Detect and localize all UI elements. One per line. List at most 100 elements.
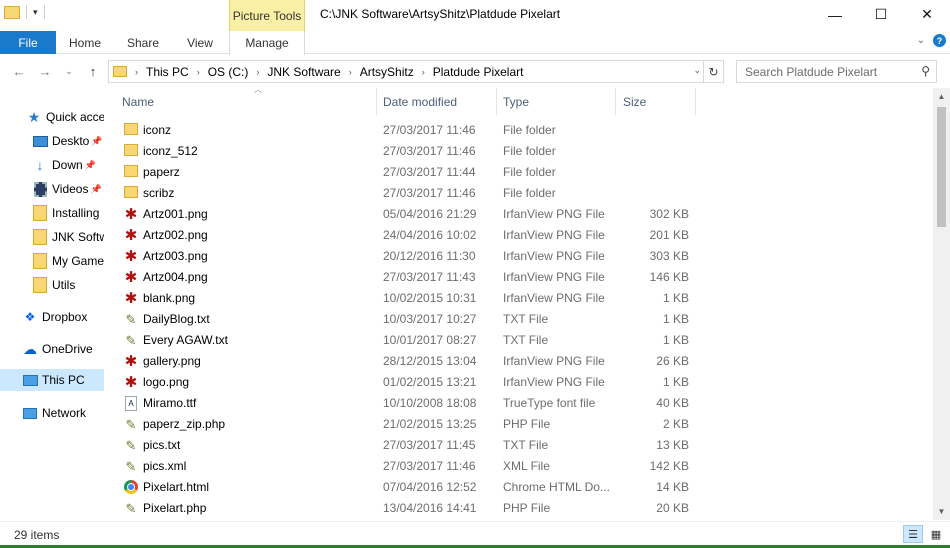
- address-bar[interactable]: › This PC › OS (C:) › JNK Software › Art…: [108, 60, 724, 83]
- table-row[interactable]: ✱ Artz002.png 24/04/2016 10:02 IrfanView PN…: [104, 225, 933, 246]
- sidebar-item-videos[interactable]: Videos 📌: [0, 178, 104, 200]
- sidebar-item-desktop[interactable]: Deskto 📌: [0, 130, 104, 152]
- file-name: logo.png: [143, 375, 190, 389]
- table-row[interactable]: paperz 27/03/2017 11:44 File folder: [104, 162, 933, 183]
- file-name: pics.txt: [143, 438, 181, 452]
- sidebar-item-downloads[interactable]: ↓ Down 📌: [0, 154, 104, 176]
- details-view-icon[interactable]: ☰: [903, 525, 923, 543]
- scroll-down-icon[interactable]: ▼: [933, 503, 950, 520]
- table-row[interactable]: ✎ pics.txt 27/03/2017 11:45 TXT File 13 KB: [104, 435, 933, 456]
- sidebar-item-utils[interactable]: Utils: [0, 274, 104, 296]
- table-row[interactable]: ✱ Artz003.png 20/12/2016 11:30 IrfanView PN…: [104, 246, 933, 267]
- table-row[interactable]: ✱ gallery.png 28/12/2015 13:04 IrfanView PN…: [104, 351, 933, 372]
- file-date-modified: 13/04/2016 14:41: [383, 501, 477, 515]
- sidebar-item-installing[interactable]: Installing: [0, 202, 104, 224]
- folder-icon: [113, 66, 127, 77]
- irfanview-png-icon: ✱: [124, 227, 138, 244]
- sidebar-item-this-pc[interactable]: This PC: [0, 369, 104, 391]
- search-input[interactable]: Search Platdude Pixelart ⚲: [736, 60, 937, 83]
- tab-manage[interactable]: Manage: [229, 31, 305, 55]
- table-row[interactable]: ✱ Artz004.png 27/03/2017 11:43 IrfanView PN…: [104, 267, 933, 288]
- chevron-right-icon[interactable]: ›: [422, 67, 425, 77]
- column-header-date[interactable]: Date modified: [378, 88, 497, 115]
- chevron-right-icon[interactable]: ›: [349, 67, 352, 77]
- breadcrumb-os-c[interactable]: OS (C:): [208, 65, 249, 79]
- file-size: 146 KB: [649, 270, 689, 284]
- vertical-scrollbar[interactable]: ▲ ▼: [933, 88, 950, 520]
- tab-share[interactable]: Share: [114, 31, 172, 54]
- tab-file[interactable]: File: [0, 31, 56, 54]
- file-size: 40 KB: [656, 396, 689, 410]
- sidebar-item-onedrive[interactable]: ☁ OneDrive: [0, 338, 104, 360]
- address-history-chevron-icon[interactable]: ⌄: [693, 65, 701, 76]
- file-size: 302 KB: [649, 207, 689, 221]
- table-row[interactable]: ✎ paperz_zip.php 21/02/2015 13:25 PHP File 2…: [104, 414, 933, 435]
- sidebar-item-label: My Game: [52, 254, 104, 268]
- file-date-modified: 20/12/2016 11:30: [383, 249, 476, 263]
- file-date-modified: 01/02/2015 13:21: [383, 375, 477, 389]
- table-row[interactable]: ✎ pics.xml 27/03/2017 11:46 XML File 142 KB: [104, 456, 933, 477]
- file-date-modified: 10/10/2008 18:08: [383, 396, 477, 410]
- expand-ribbon-chevron-icon[interactable]: ⌄: [917, 35, 925, 46]
- table-row[interactable]: ✱ blank.png 10/02/2015 10:31 IrfanView PNG …: [104, 288, 933, 309]
- sidebar-item-dropbox[interactable]: ❖ Dropbox: [0, 306, 104, 328]
- item-count: 29 items: [14, 528, 60, 542]
- recent-locations-chevron-icon[interactable]: ⌄: [60, 61, 78, 81]
- file-type: File folder: [503, 123, 556, 137]
- up-arrow-icon[interactable]: ↑: [84, 61, 102, 81]
- table-row[interactable]: ✱ Artz001.png 05/04/2016 21:29 IrfanView PN…: [104, 204, 933, 225]
- table-row[interactable]: A Miramo.ttf 10/10/2008 18:08 TrueType font…: [104, 393, 933, 414]
- folder-icon[interactable]: [4, 5, 20, 19]
- close-button[interactable]: ✕: [904, 0, 950, 29]
- table-row[interactable]: ✱ logo.png 01/02/2015 13:21 IrfanView PNG F…: [104, 372, 933, 393]
- table-row[interactable]: ✎ DailyBlog.txt 10/03/2017 10:27 TXT File 1 …: [104, 309, 933, 330]
- ribbon-right-controls: ⌄ ?: [917, 34, 946, 47]
- maximize-button[interactable]: ☐: [858, 0, 904, 29]
- sidebar-item-label: Installing: [52, 206, 100, 220]
- customize-toolbar-chevron-icon[interactable]: ▾: [33, 7, 38, 18]
- table-row[interactable]: iconz_512 27/03/2017 11:46 File folder: [104, 141, 933, 162]
- file-name: blank.png: [143, 291, 196, 305]
- column-header-type[interactable]: Type: [498, 88, 616, 115]
- sidebar-item-label: Down: [52, 158, 83, 172]
- large-icons-view-icon[interactable]: ▦: [926, 525, 946, 543]
- pin-icon: 📌: [91, 135, 103, 146]
- scrollbar-thumb[interactable]: [937, 107, 946, 227]
- window-title: C:\JNK Software\ArtsyShitz\Platdude Pixe…: [320, 7, 561, 21]
- refresh-icon[interactable]: ↻: [703, 61, 723, 82]
- file-type: IrfanView PNG File: [503, 270, 605, 284]
- back-arrow-icon[interactable]: ←: [10, 61, 28, 81]
- tab-home[interactable]: Home: [56, 31, 114, 54]
- folder-icon: [124, 123, 138, 135]
- sidebar-item-label: This PC: [42, 373, 85, 387]
- file-type: IrfanView PNG File: [503, 228, 605, 242]
- sidebar-item-jnk-software[interactable]: JNK Softw: [0, 226, 104, 248]
- breadcrumb-artsyshitz[interactable]: ArtsyShitz: [360, 65, 414, 79]
- toolbar-separator: [43, 5, 45, 19]
- file-type: IrfanView PNG File: [503, 207, 605, 221]
- sidebar-item-label: Utils: [52, 278, 76, 292]
- breadcrumb-platdude-pixelart[interactable]: Platdude Pixelart: [433, 65, 524, 79]
- table-row[interactable]: iconz 27/03/2017 11:46 File folder: [104, 120, 933, 141]
- column-header-name[interactable]: Name ︿: [117, 88, 377, 115]
- chevron-right-icon[interactable]: ›: [256, 67, 259, 77]
- forward-arrow-icon[interactable]: →: [36, 61, 54, 81]
- minimize-button[interactable]: —: [812, 0, 858, 29]
- sidebar-item-network[interactable]: Network: [0, 402, 104, 424]
- table-row[interactable]: Pixelart.html 07/04/2016 12:52 Chrome HTML…: [104, 477, 933, 498]
- help-icon[interactable]: ?: [933, 34, 946, 47]
- breadcrumb-jnk-software[interactable]: JNK Software: [267, 65, 340, 79]
- file-type: File folder: [503, 144, 556, 158]
- tab-view[interactable]: View: [172, 31, 228, 54]
- breadcrumb-this-pc[interactable]: This PC: [146, 65, 189, 79]
- column-header-size[interactable]: Size: [618, 88, 696, 115]
- file-date-modified: 27/03/2017 11:46: [383, 144, 476, 158]
- chevron-right-icon[interactable]: ›: [197, 67, 200, 77]
- sidebar-item-my-games[interactable]: My Game: [0, 250, 104, 272]
- table-row[interactable]: ✎ Every AGAW.txt 10/01/2017 08:27 TXT File 1…: [104, 330, 933, 351]
- table-row[interactable]: scribz 27/03/2017 11:46 File folder: [104, 183, 933, 204]
- sidebar-item-quick-access[interactable]: ★ Quick acce: [0, 106, 104, 128]
- scroll-up-icon[interactable]: ▲: [933, 88, 950, 105]
- table-row[interactable]: ✎ Pixelart.php 13/04/2016 14:41 PHP File 20 …: [104, 498, 933, 519]
- chevron-right-icon[interactable]: ›: [135, 67, 138, 77]
